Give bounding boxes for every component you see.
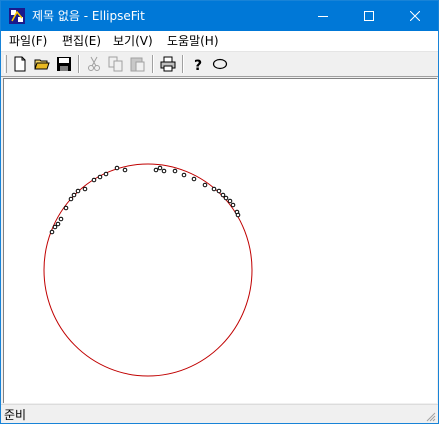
data-point xyxy=(114,165,120,171)
paste-icon xyxy=(130,57,145,72)
data-point xyxy=(172,168,178,174)
menu-edit[interactable]: 편집(E) xyxy=(62,34,101,48)
toolbar-separator xyxy=(182,55,184,73)
minimize-icon xyxy=(318,16,328,17)
maximize-icon xyxy=(364,11,374,21)
close-button[interactable] xyxy=(392,1,438,31)
resize-grip-icon[interactable] xyxy=(424,410,436,422)
app-icon xyxy=(9,8,25,24)
data-point xyxy=(230,202,236,208)
data-point xyxy=(97,174,103,180)
status-text: 준비 xyxy=(4,408,27,422)
cut-button[interactable] xyxy=(84,54,104,74)
data-point xyxy=(58,216,64,222)
data-point xyxy=(103,171,109,177)
help-button[interactable]: ? xyxy=(188,54,208,74)
data-point xyxy=(220,192,226,198)
data-point xyxy=(191,176,197,182)
maximize-button[interactable] xyxy=(346,1,392,31)
open-button[interactable] xyxy=(32,54,52,74)
data-point xyxy=(216,188,222,194)
data-point xyxy=(227,198,233,204)
title-bar[interactable]: 제목 없음 - EllipseFit xyxy=(1,1,438,31)
data-point xyxy=(153,167,159,173)
data-point xyxy=(181,172,187,178)
menu-bar: 파일(F) 편집(E) 보기(V) 도움말(H) xyxy=(1,31,438,52)
data-point xyxy=(91,177,97,183)
close-icon xyxy=(410,11,420,21)
minimize-button[interactable] xyxy=(300,1,346,31)
cut-icon xyxy=(88,56,100,71)
ellipse-canvas[interactable] xyxy=(4,79,437,403)
data-point xyxy=(49,229,55,235)
ellipse-icon xyxy=(212,58,228,70)
data-point xyxy=(52,224,58,230)
status-bar: 준비 xyxy=(1,404,438,423)
toolbar-separator xyxy=(78,55,80,73)
copy-button[interactable] xyxy=(106,54,126,74)
save-button[interactable] xyxy=(54,54,74,74)
new-file-button[interactable] xyxy=(10,54,30,74)
data-point xyxy=(63,205,69,211)
save-icon xyxy=(57,57,71,71)
toolbar-grip[interactable] xyxy=(4,55,7,73)
paste-button[interactable] xyxy=(128,54,148,74)
ellipse-fit-button[interactable] xyxy=(210,54,230,74)
svg-text:?: ? xyxy=(194,58,202,72)
data-point xyxy=(235,212,241,218)
data-point xyxy=(55,221,61,227)
toolbar: ? xyxy=(1,52,438,77)
new-file-icon xyxy=(14,56,26,72)
data-point xyxy=(75,188,81,194)
data-point xyxy=(161,168,167,174)
data-point xyxy=(211,186,217,192)
data-point xyxy=(68,196,74,202)
menu-file[interactable]: 파일(F) xyxy=(9,34,47,48)
open-folder-icon xyxy=(34,59,50,70)
data-point xyxy=(122,167,128,173)
data-point xyxy=(82,186,88,192)
data-point xyxy=(202,182,208,188)
window-title: 제목 없음 - EllipseFit xyxy=(32,9,145,23)
print-icon xyxy=(160,56,176,72)
data-point xyxy=(157,165,163,171)
menu-help[interactable]: 도움말(H) xyxy=(167,34,219,48)
data-point xyxy=(223,195,229,201)
data-point xyxy=(71,192,77,198)
print-button[interactable] xyxy=(158,54,178,74)
copy-icon xyxy=(108,56,123,72)
drawing-area[interactable] xyxy=(3,78,437,403)
menu-view[interactable]: 보기(V) xyxy=(113,34,153,48)
toolbar-separator xyxy=(152,55,154,73)
data-points xyxy=(49,165,241,235)
help-icon: ? xyxy=(194,58,202,72)
app-window: 제목 없음 - EllipseFit 파일(F) 편집(E) 보기(V) 도움말… xyxy=(0,0,439,424)
